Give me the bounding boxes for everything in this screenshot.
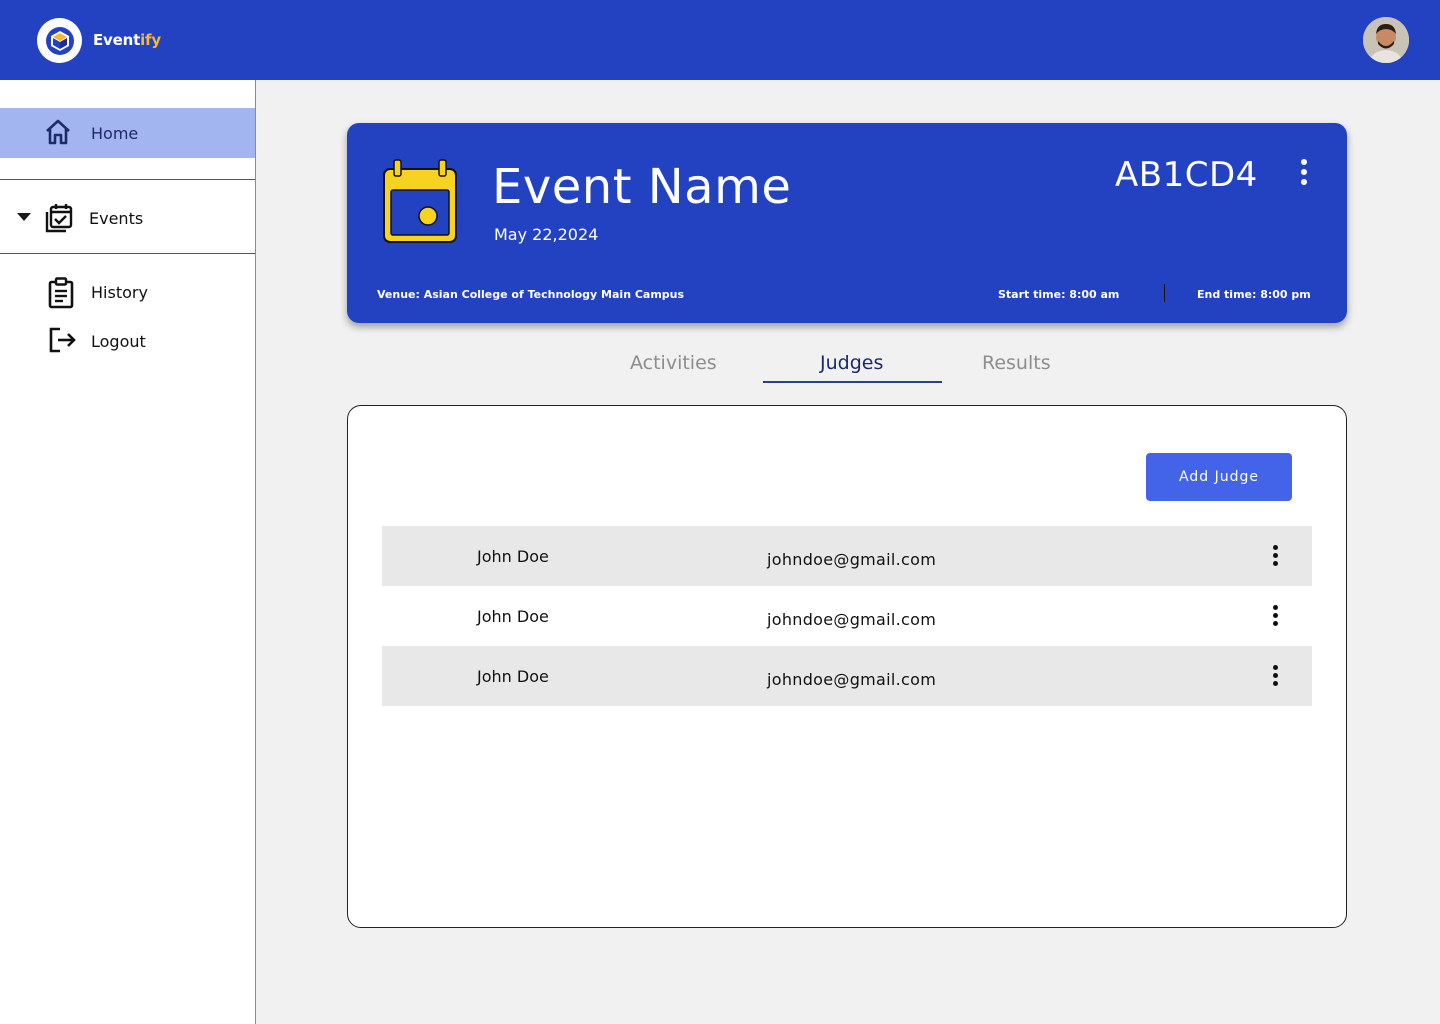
judge-name: John Doe bbox=[477, 607, 549, 626]
sidebar-item-events[interactable]: Events bbox=[0, 198, 255, 238]
sidebar-divider bbox=[0, 253, 255, 254]
sidebar-item-history[interactable]: History bbox=[0, 274, 255, 310]
time-separator bbox=[1164, 284, 1165, 302]
judge-email: johndoe@gmail.com bbox=[767, 610, 937, 629]
event-end-time: End time: 8:00 pm bbox=[1197, 288, 1311, 301]
table-row: John Doe johndoe@gmail.com bbox=[382, 586, 1312, 646]
tab-judges[interactable]: Judges bbox=[820, 352, 883, 374]
sidebar-item-label: Events bbox=[89, 209, 144, 228]
calendar-check-icon bbox=[44, 203, 74, 237]
logout-icon bbox=[48, 326, 78, 358]
clipboard-icon bbox=[48, 277, 74, 313]
sidebar-divider bbox=[0, 179, 255, 180]
tab-activities[interactable]: Activities bbox=[630, 352, 717, 374]
sidebar-item-label: Home bbox=[91, 124, 139, 143]
sidebar-item-label: Logout bbox=[91, 332, 146, 351]
tab-results[interactable]: Results bbox=[982, 352, 1051, 374]
more-vertical-icon[interactable] bbox=[1269, 605, 1281, 629]
event-code: AB1CD4 bbox=[1115, 155, 1258, 195]
sidebar-item-home[interactable]: Home bbox=[0, 108, 255, 158]
sidebar-item-label: History bbox=[91, 283, 148, 302]
more-vertical-icon[interactable] bbox=[1297, 159, 1311, 189]
top-bar: Eventify bbox=[0, 0, 1440, 80]
sidebar: Home Events History Logout bbox=[0, 80, 256, 1024]
home-icon bbox=[44, 119, 72, 149]
judge-email: johndoe@gmail.com bbox=[767, 550, 937, 569]
table-row: John Doe johndoe@gmail.com bbox=[382, 526, 1312, 586]
logo-icon[interactable] bbox=[37, 18, 82, 63]
active-tab-indicator bbox=[763, 381, 942, 383]
event-title: Event Name bbox=[492, 159, 792, 215]
event-venue: Venue: Asian College of Technology Main … bbox=[377, 288, 685, 301]
more-vertical-icon[interactable] bbox=[1269, 545, 1281, 569]
event-card: Event Name May 22,2024 AB1CD4 Venue: Asi… bbox=[347, 123, 1347, 323]
judges-panel: Add Judge John Doe johndoe@gmail.com Joh… bbox=[347, 405, 1347, 928]
judge-email: johndoe@gmail.com bbox=[767, 670, 937, 689]
user-avatar[interactable] bbox=[1363, 17, 1409, 63]
judge-name: John Doe bbox=[477, 667, 549, 686]
brand-name: Eventify bbox=[93, 31, 161, 49]
calendar-icon bbox=[381, 159, 459, 249]
judge-name: John Doe bbox=[477, 547, 549, 566]
event-start-time: Start time: 8:00 am bbox=[998, 288, 1120, 301]
table-row: John Doe johndoe@gmail.com bbox=[382, 646, 1312, 706]
more-vertical-icon[interactable] bbox=[1269, 665, 1281, 689]
sidebar-item-logout[interactable]: Logout bbox=[0, 323, 255, 359]
event-date: May 22,2024 bbox=[494, 225, 599, 244]
caret-down-icon[interactable] bbox=[17, 213, 31, 221]
add-judge-button[interactable]: Add Judge bbox=[1146, 453, 1292, 501]
